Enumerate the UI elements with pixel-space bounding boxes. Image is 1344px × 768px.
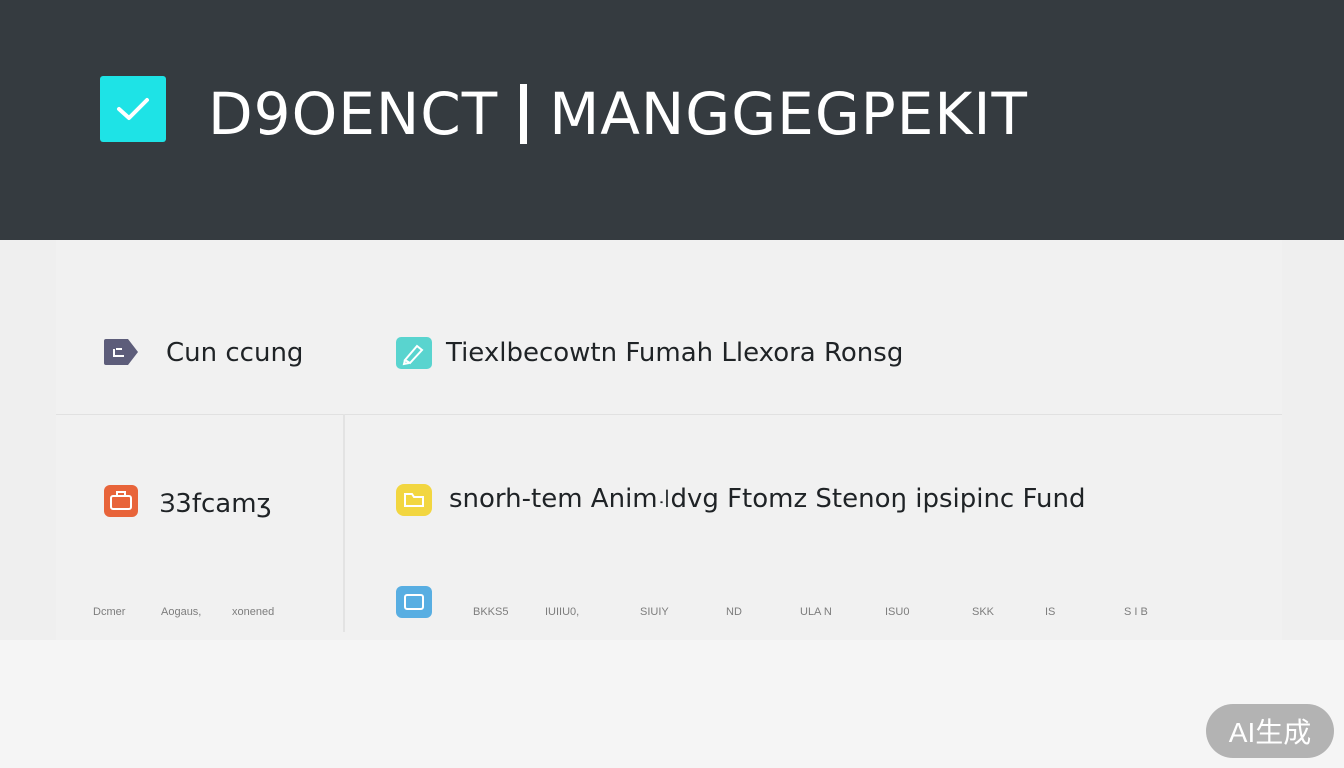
menu-item-label[interactable]: Ɜ3fcamʒ — [160, 484, 272, 520]
menu-item-label[interactable]: snorh-tem Anim꜋dvg Ftomz Stenoŋ ipsipinc… — [449, 484, 1085, 514]
file-icon[interactable] — [396, 586, 432, 618]
content-card — [56, 240, 1282, 640]
column-label: ULA N — [800, 606, 832, 618]
title-left: ꓓ9OENCT — [208, 80, 499, 148]
briefcase-icon[interactable] — [104, 485, 138, 517]
title-separator — [520, 84, 528, 144]
footer-area — [0, 640, 1344, 768]
column-label: SKK — [972, 606, 995, 618]
ai-generated-badge: AI生成 — [1206, 704, 1334, 758]
title-right: MANGGEGPEKIT — [549, 80, 1028, 148]
column-label: IS — [1045, 606, 1056, 618]
column-label: xonened — [232, 606, 275, 618]
row-divider — [56, 414, 1282, 415]
checkbox-logo-icon[interactable] — [100, 76, 166, 142]
folder-icon[interactable] — [396, 484, 432, 516]
menu-item-label[interactable]: Tiexlbecowtn Fumah Llexora Ronsg — [446, 338, 903, 368]
column-label: S I B — [1124, 606, 1148, 618]
column-label: SIUIY — [640, 606, 669, 618]
column-label: BKKS5 — [473, 606, 509, 618]
column-label: IUIIU0, — [545, 606, 580, 618]
tag-icon[interactable] — [102, 337, 140, 367]
column-label: ISU0 — [885, 606, 910, 618]
edit-icon[interactable] — [396, 337, 432, 369]
page-title: ꓓ9OENCT MANGGEGPEKIT — [208, 76, 1028, 152]
column-label: ND — [726, 606, 742, 618]
column-divider — [343, 414, 345, 632]
column-label: Dcmer — [93, 606, 126, 618]
menu-item-label[interactable]: Cun ccung — [166, 338, 303, 368]
column-label: Aogaus, — [161, 606, 202, 618]
